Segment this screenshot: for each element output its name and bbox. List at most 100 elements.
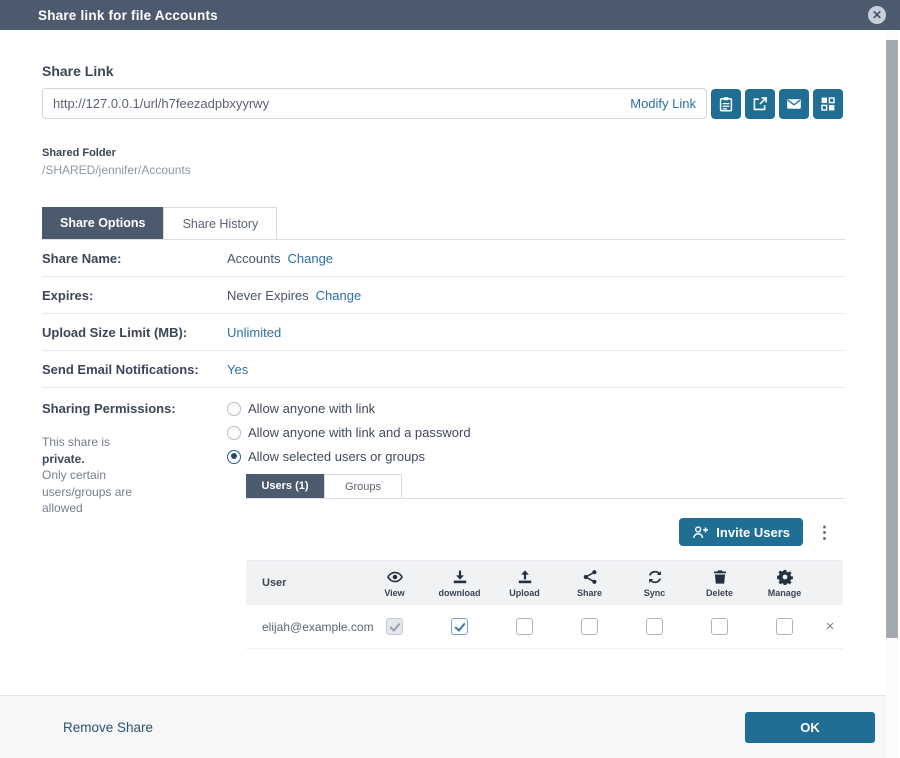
change-link[interactable]: Change bbox=[316, 288, 362, 303]
ok-button[interactable]: OK bbox=[745, 711, 875, 743]
checkbox-delete[interactable] bbox=[711, 618, 728, 635]
upload-icon bbox=[517, 569, 533, 585]
checkbox-manage[interactable] bbox=[776, 618, 793, 635]
radio-label: Allow anyone with link and a password bbox=[248, 425, 471, 440]
share-url-box: Modify Link bbox=[42, 88, 707, 119]
grid-icon bbox=[820, 96, 836, 112]
share-url-input[interactable] bbox=[53, 96, 631, 111]
note-line: Only certain bbox=[42, 468, 107, 482]
permission-radio-group: Allow anyone with link Allow anyone with … bbox=[227, 401, 845, 464]
radio-button-icon[interactable] bbox=[227, 449, 241, 464]
change-link[interactable]: Change bbox=[287, 251, 333, 266]
column-header-user: User bbox=[262, 577, 287, 589]
dialog-title: Share link for file Accounts bbox=[38, 7, 218, 23]
tab-groups[interactable]: Groups bbox=[324, 474, 402, 498]
invite-users-label: Invite Users bbox=[716, 524, 790, 540]
users-groups-tabs: Users (1) Groups bbox=[246, 474, 845, 499]
column-label: Share bbox=[576, 587, 602, 598]
remove-share-link[interactable]: Remove Share bbox=[63, 720, 153, 735]
copy-link-button[interactable] bbox=[711, 88, 741, 119]
radio-label: Allow selected users or groups bbox=[248, 449, 426, 464]
external-link-icon bbox=[752, 96, 768, 112]
share-icon bbox=[582, 569, 598, 585]
option-value-link[interactable]: Unlimited bbox=[227, 325, 281, 340]
trash-icon bbox=[712, 569, 728, 585]
option-value: Never Expires bbox=[227, 288, 309, 303]
share-options-list: Share Name: Accounts Change Expires: Never E… bbox=[42, 240, 845, 388]
eye-icon bbox=[386, 569, 403, 585]
radio-button-icon[interactable] bbox=[227, 425, 241, 440]
radio-button-icon[interactable] bbox=[227, 401, 241, 416]
invite-users-button[interactable]: Invite Users bbox=[679, 518, 803, 546]
email-link-button[interactable] bbox=[779, 88, 809, 119]
note-line: private. bbox=[42, 451, 85, 466]
table-header-row: User View download Upload Share Sync Delete Man… bbox=[246, 561, 843, 605]
download-icon bbox=[452, 569, 468, 585]
option-label: Send Email Notifications: bbox=[42, 362, 199, 377]
column-header-manage: Manage bbox=[752, 569, 817, 598]
user-permissions-table: User View download Upload Share Sync Delete Man… bbox=[246, 560, 843, 649]
note-line: This share is bbox=[42, 435, 111, 449]
radio-allow-selected-users-or-groups[interactable]: Allow selected users or groups bbox=[227, 449, 845, 464]
remove-user-icon[interactable]: × bbox=[817, 618, 843, 635]
column-header-view: View bbox=[362, 569, 427, 598]
column-label: download bbox=[438, 587, 481, 598]
shared-folder-path: /SHARED/jennifer/Accounts bbox=[42, 163, 191, 177]
column-label: Sync bbox=[643, 587, 666, 598]
checkbox-upload[interactable] bbox=[516, 618, 533, 635]
shared-folder-block: Shared Folder /SHARED/jennifer/Accounts bbox=[42, 147, 845, 177]
option-row: Send Email Notifications: Yes bbox=[42, 351, 845, 388]
share-link-heading: Share Link bbox=[42, 63, 114, 79]
envelope-icon bbox=[786, 96, 802, 112]
checkbox-download[interactable] bbox=[451, 618, 468, 635]
vertical-ellipsis-icon[interactable]: ⋮ bbox=[816, 524, 833, 541]
share-dialog: Share link for file Accounts ✕ Share Lin… bbox=[0, 0, 900, 758]
option-value: Accounts bbox=[227, 251, 281, 266]
table-row: elijah@example.com × bbox=[246, 605, 843, 649]
sync-icon bbox=[647, 569, 663, 585]
table-body: elijah@example.com × bbox=[246, 605, 843, 649]
scrollbar-thumb[interactable] bbox=[886, 40, 898, 638]
user-email: elijah@example.com bbox=[262, 619, 374, 634]
share-tabs: Share Options Share History bbox=[42, 207, 845, 240]
dialog-footer: Remove Share OK bbox=[0, 695, 886, 758]
column-header-share: Share bbox=[557, 569, 622, 598]
option-label: Expires: bbox=[42, 288, 94, 303]
checkbox-sync[interactable] bbox=[646, 618, 663, 635]
column-header-upload: Upload bbox=[492, 569, 557, 598]
close-icon[interactable]: ✕ bbox=[868, 6, 886, 24]
radio-label: Allow anyone with link bbox=[248, 401, 376, 416]
clipboard-icon bbox=[718, 96, 734, 112]
option-row: Upload Size Limit (MB): Unlimited bbox=[42, 314, 845, 351]
private-share-note: This share is private. Only certain users/g… bbox=[42, 434, 202, 517]
column-header-delete: Delete bbox=[687, 569, 752, 598]
dialog-body: Share Link Modify Link Shared Folder /SH… bbox=[0, 30, 886, 695]
option-value-link[interactable]: Yes bbox=[227, 362, 248, 377]
link-action-buttons bbox=[707, 88, 843, 119]
gear-icon bbox=[776, 569, 793, 585]
open-link-button[interactable] bbox=[745, 88, 775, 119]
person-plus-icon bbox=[692, 525, 709, 540]
invite-row: Invite Users ⋮ bbox=[227, 518, 833, 546]
option-label: Upload Size Limit (MB): bbox=[42, 325, 188, 340]
tab-share-options[interactable]: Share Options bbox=[42, 207, 164, 239]
checkbox-view bbox=[386, 618, 403, 635]
radio-allow-anyone-with-link[interactable]: Allow anyone with link bbox=[227, 401, 845, 416]
vertical-scrollbar[interactable] bbox=[886, 30, 898, 758]
column-label: Upload bbox=[509, 587, 540, 598]
embed-link-button[interactable] bbox=[813, 88, 843, 119]
sharing-permissions-block: Sharing Permissions: This share is privat… bbox=[42, 388, 845, 649]
dialog-header: Share link for file Accounts ✕ bbox=[0, 0, 900, 30]
modify-link[interactable]: Modify Link bbox=[630, 96, 696, 111]
radio-allow-anyone-with-link-and-a-password[interactable]: Allow anyone with link and a password bbox=[227, 425, 845, 440]
option-row: Expires: Never Expires Change bbox=[42, 277, 845, 314]
column-label: Manage bbox=[767, 587, 802, 598]
shared-folder-label: Shared Folder bbox=[42, 147, 116, 159]
share-link-row: Modify Link bbox=[42, 88, 845, 119]
option-label: Share Name: bbox=[42, 251, 122, 266]
tab-share-history[interactable]: Share History bbox=[163, 207, 278, 239]
column-label: View bbox=[384, 587, 405, 598]
note-line: users/groups are bbox=[42, 484, 133, 499]
tab-users-1-[interactable]: Users (1) bbox=[246, 474, 324, 498]
checkbox-share[interactable] bbox=[581, 618, 598, 635]
